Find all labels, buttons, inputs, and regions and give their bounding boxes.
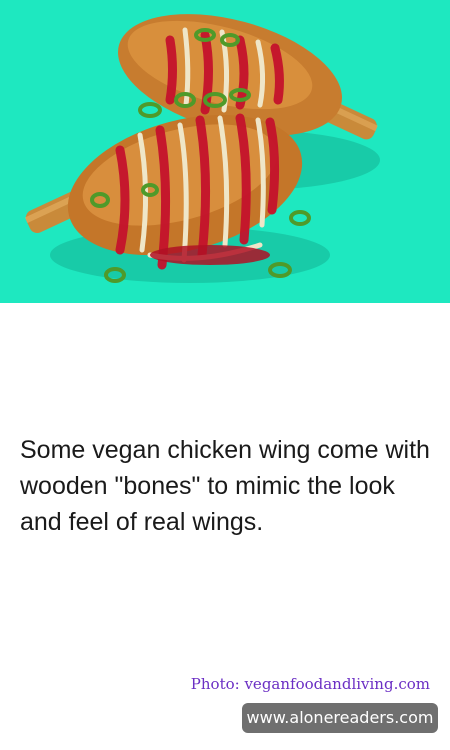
photo-credit: Photo: veganfoodandliving.com — [190, 675, 430, 693]
caption-text: Some vegan chicken wing come with wooden… — [20, 436, 430, 536]
site-watermark: www.alonereaders.com — [242, 703, 438, 733]
vegan-wings-illustration — [0, 0, 450, 303]
hero-photo — [0, 0, 450, 303]
